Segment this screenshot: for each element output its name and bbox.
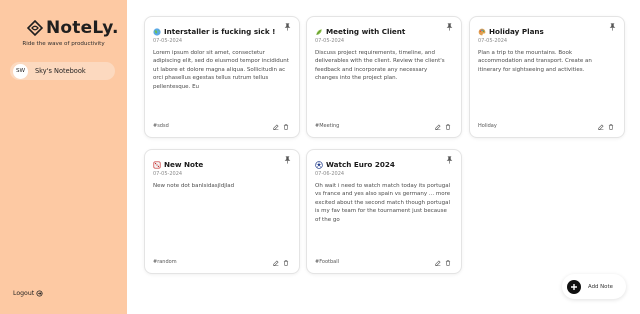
edit-icon[interactable] [435, 260, 441, 266]
note-card[interactable]: New Note 07-05-2024 New note dot banlsid… [144, 149, 300, 274]
note-tag: #random [153, 259, 177, 265]
note-title: Holiday Plans [478, 27, 544, 36]
note-title: Watch Euro 2024 [315, 160, 395, 169]
note-title-text: Watch Euro 2024 [326, 160, 395, 169]
note-tag: #sdsd [153, 123, 169, 129]
note-title: Meeting with Client [315, 27, 405, 36]
delete-icon[interactable] [283, 124, 289, 130]
note-actions [273, 260, 289, 266]
pin-icon[interactable] [446, 23, 453, 31]
globe-emoji-icon [153, 27, 161, 36]
soccer-ball-emoji-icon [315, 160, 323, 169]
note-title-text: Holiday Plans [489, 27, 544, 36]
note-body: Lorem ipsum dolor sit amet, consectetur … [153, 50, 289, 90]
delete-icon[interactable] [445, 124, 451, 130]
logo-icon [27, 20, 43, 36]
pin-icon[interactable] [609, 23, 616, 31]
note-title-text: Meeting with Client [326, 27, 406, 36]
note-actions [435, 260, 451, 266]
notebook-name: Sky's Notebook [35, 67, 86, 75]
note-date: 07-05-2024 [153, 171, 183, 177]
edit-icon[interactable] [598, 124, 604, 130]
note-actions [273, 124, 289, 130]
note-card[interactable]: Holiday Plans 07-05-2024 Plan a trip to … [469, 16, 625, 138]
note-body: Oh wait i need to watch match today its … [315, 183, 451, 223]
palette-emoji-icon [478, 28, 486, 35]
note-actions [598, 124, 614, 130]
leaf-emoji-icon [316, 28, 322, 35]
note-title: Interstaller is fucking sick ! [153, 27, 275, 36]
logout-label: Logout [13, 290, 35, 297]
logout-button[interactable]: Logout [13, 290, 43, 297]
edit-icon[interactable] [435, 124, 441, 130]
plus-icon [567, 279, 581, 294]
pin-icon[interactable] [284, 23, 291, 31]
note-card[interactable]: Meeting with Client 07-05-2024 Discuss p… [306, 16, 462, 138]
note-card[interactable]: Watch Euro 2024 07-06-2024 Oh wait i nee… [306, 149, 462, 274]
note-tag: Holiday [478, 123, 497, 129]
dice-emoji-icon [153, 160, 161, 169]
note-date: 07-05-2024 [153, 38, 183, 44]
note-title-text: New Note [164, 160, 204, 169]
edit-icon[interactable] [273, 124, 279, 130]
sidebar: NoteLy. Ride the wave of productivity SW… [0, 0, 127, 314]
note-date: 07-05-2024 [315, 38, 345, 44]
tagline: Ride the wave of productivity [22, 41, 105, 47]
avatar: SW [13, 63, 28, 79]
note-title: New Note [153, 160, 203, 169]
note-card[interactable]: Interstaller is fucking sick ! 07-05-202… [144, 16, 300, 138]
add-note-label: Add Note [588, 283, 613, 290]
note-date: 07-06-2024 [315, 171, 345, 177]
brand[interactable]: NoteLy. [27, 18, 119, 38]
note-body: Plan a trip to the mountains. Book accom… [478, 50, 592, 73]
logout-icon [36, 290, 43, 297]
edit-icon[interactable] [273, 260, 279, 266]
note-body: Discuss project requirements, timeline, … [315, 50, 445, 82]
add-note-button[interactable]: Add Note [562, 274, 626, 299]
note-body: New note dot banlsidasjldjlad [153, 183, 235, 189]
delete-icon[interactable] [608, 124, 614, 130]
delete-icon[interactable] [283, 260, 289, 266]
note-tag: #Football [315, 259, 339, 265]
notebook-profile[interactable]: SW Sky's Notebook [10, 62, 115, 80]
note-tag: #Meeting [315, 123, 340, 129]
pin-icon[interactable] [446, 156, 453, 164]
note-date: 07-05-2024 [478, 38, 508, 44]
note-title-text: Interstaller is fucking sick ! [164, 27, 276, 36]
pin-icon[interactable] [284, 156, 291, 164]
note-actions [435, 124, 451, 130]
delete-icon[interactable] [445, 260, 451, 266]
brand-name: NoteLy. [46, 18, 119, 38]
